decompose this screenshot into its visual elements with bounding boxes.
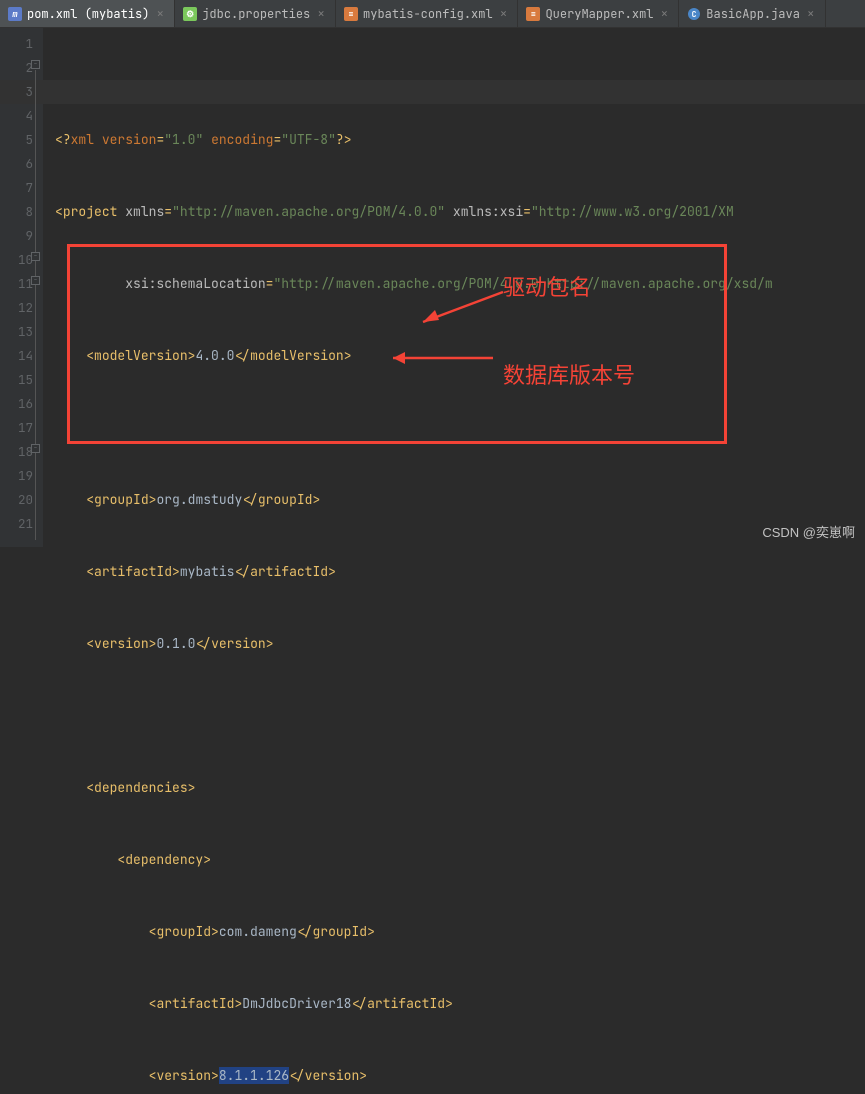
line-number: 19	[18, 464, 33, 488]
line-number: 1	[18, 32, 33, 56]
line-number: 15	[18, 368, 33, 392]
fold-toggle-icon[interactable]: −	[31, 60, 40, 69]
line-number: 3	[0, 80, 43, 104]
tab-querymapper[interactable]: ≡ QueryMapper.xml ×	[518, 0, 679, 27]
tab-label: mybatis-config.xml	[363, 6, 493, 22]
editor-area: 1 2 3 4 5 6 7 8 9 10 11 12 13 14 15 16 1…	[0, 28, 865, 547]
line-number: 8	[18, 200, 33, 224]
svg-text:C: C	[692, 10, 697, 20]
code-line: <modelVersion>4.0.0</modelVersion>	[55, 344, 865, 368]
tab-pom[interactable]: m pom.xml (mybatis) ×	[0, 0, 175, 27]
line-number: 21	[18, 512, 33, 536]
code-line: <?xml version="1.0" encoding="UTF-8"?>	[55, 128, 865, 152]
code-line: <dependency>	[55, 848, 865, 872]
line-number: 7	[18, 176, 33, 200]
editor-tabs: m pom.xml (mybatis) × ⚙ jdbc.properties …	[0, 0, 865, 28]
fold-toggle-icon[interactable]: −	[31, 444, 40, 453]
close-icon[interactable]: ×	[315, 5, 327, 22]
tab-label: BasicApp.java	[706, 6, 800, 22]
code-line	[55, 416, 865, 440]
line-number: 16	[18, 392, 33, 416]
annotation-label-version: 数据库版本号	[503, 364, 635, 388]
watermark: CSDN @奕崽啊	[762, 522, 855, 541]
line-number: 6	[18, 152, 33, 176]
java-icon: C	[687, 7, 701, 21]
line-number: 20	[18, 488, 33, 512]
close-icon[interactable]: ×	[498, 5, 510, 22]
code-line: <version>0.1.0</version>	[55, 632, 865, 656]
code-line: <project xmlns="http://maven.apache.org/…	[55, 200, 865, 224]
line-number: 4	[18, 104, 33, 128]
line-number: 12	[18, 296, 33, 320]
line-number: 9	[18, 224, 33, 248]
fold-toggle-icon[interactable]: −	[31, 276, 40, 285]
code-line: <artifactId>DmJdbcDriver18</artifactId>	[55, 992, 865, 1016]
properties-icon: ⚙	[183, 7, 197, 21]
code-area[interactable]: <?xml version="1.0" encoding="UTF-8"?> <…	[43, 28, 865, 547]
code-line: <artifactId>mybatis</artifactId>	[55, 560, 865, 584]
line-number: 17	[18, 416, 33, 440]
line-number: 13	[18, 320, 33, 344]
code-line	[55, 704, 865, 728]
tab-jdbc[interactable]: ⚙ jdbc.properties ×	[175, 0, 336, 27]
code-line: xsi:schemaLocation="http://maven.apache.…	[55, 272, 865, 296]
close-icon[interactable]: ×	[805, 5, 817, 22]
close-icon[interactable]: ×	[154, 5, 166, 22]
xml-icon: ≡	[526, 7, 540, 21]
tab-label: pom.xml (mybatis)	[27, 6, 149, 22]
line-number: 14	[18, 344, 33, 368]
code-line: <dependencies>	[55, 776, 865, 800]
line-number: 5	[18, 128, 33, 152]
tab-basicapp[interactable]: C BasicApp.java ×	[679, 0, 825, 27]
tab-mybatis-config[interactable]: ≡ mybatis-config.xml ×	[336, 0, 518, 27]
code-line: <version>8.1.1.126</version>	[55, 1064, 865, 1088]
tab-label: QueryMapper.xml	[545, 6, 653, 22]
close-icon[interactable]: ×	[658, 5, 670, 22]
maven-icon: m	[8, 7, 22, 21]
line-gutter: 1 2 3 4 5 6 7 8 9 10 11 12 13 14 15 16 1…	[0, 28, 43, 547]
code-line: <groupId>com.dameng</groupId>	[55, 920, 865, 944]
xml-icon: ≡	[344, 7, 358, 21]
tab-label: jdbc.properties	[202, 6, 310, 22]
code-line: <groupId>org.dmstudy</groupId>	[55, 488, 865, 512]
fold-toggle-icon[interactable]: −	[31, 252, 40, 261]
